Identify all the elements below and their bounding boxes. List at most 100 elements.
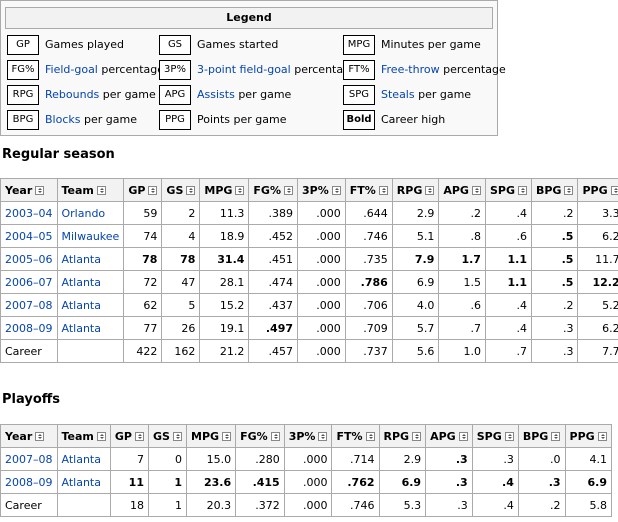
team-link[interactable]: Milwaukee bbox=[62, 230, 120, 243]
column-header-bpg[interactable]: BPG bbox=[517, 424, 566, 448]
column-header-mpg[interactable]: MPG bbox=[199, 178, 250, 202]
cell-spg: .4 bbox=[484, 201, 532, 225]
cell-rpg: 6.9 bbox=[378, 470, 427, 494]
sort-icon[interactable] bbox=[96, 432, 106, 441]
legend-title: Legend bbox=[5, 7, 493, 29]
cell-apg: 1.0 bbox=[438, 339, 486, 363]
column-header-3ppct[interactable]: 3P% bbox=[297, 178, 346, 202]
sort-icon[interactable] bbox=[517, 186, 527, 195]
sort-icon[interactable] bbox=[471, 186, 481, 195]
column-header-ftpct[interactable]: FT% bbox=[344, 178, 393, 202]
sort-icon[interactable] bbox=[35, 432, 45, 441]
season-link[interactable]: 2003–04 bbox=[5, 207, 53, 220]
legend-link[interactable]: Blocks bbox=[45, 113, 80, 126]
column-header-gs[interactable]: GS bbox=[161, 178, 201, 202]
season-link[interactable]: 2008–09 bbox=[5, 322, 53, 335]
sort-icon[interactable] bbox=[222, 432, 232, 441]
cell-bpg: .2 bbox=[530, 293, 579, 317]
column-header-label: PPG bbox=[582, 183, 608, 197]
sort-icon[interactable] bbox=[551, 432, 561, 441]
legend-description: Minutes per game bbox=[381, 38, 481, 51]
legend-item: SPG Steals per game bbox=[343, 83, 471, 106]
sort-icon[interactable] bbox=[186, 186, 196, 195]
cell-bpg: .2 bbox=[517, 493, 566, 517]
column-header-gs[interactable]: GS bbox=[147, 424, 188, 448]
sort-icon[interactable] bbox=[331, 186, 341, 195]
cell-mpg: 15.2 bbox=[199, 293, 250, 317]
column-header-fgpct[interactable]: FG% bbox=[235, 424, 285, 448]
column-header-team[interactable]: Team bbox=[56, 178, 125, 202]
season-link[interactable]: 2007–08 bbox=[5, 453, 53, 466]
sort-icon[interactable] bbox=[318, 432, 328, 441]
sort-icon[interactable] bbox=[284, 186, 293, 195]
season-link[interactable]: 2005–06 bbox=[5, 253, 53, 266]
column-header-year[interactable]: Year bbox=[0, 424, 58, 448]
legend-link[interactable]: Field-goal bbox=[45, 63, 98, 76]
sort-icon[interactable] bbox=[458, 432, 468, 441]
column-header-rpg[interactable]: RPG bbox=[391, 178, 440, 202]
column-header-bpg[interactable]: BPG bbox=[530, 178, 579, 202]
team-link[interactable]: Atlanta bbox=[62, 299, 101, 312]
column-header-apg[interactable]: APG bbox=[425, 424, 473, 448]
cell-team: Atlanta bbox=[56, 470, 111, 494]
sort-icon[interactable] bbox=[134, 432, 144, 441]
cell-bpg: .5 bbox=[530, 224, 579, 248]
cell-gs: 26 bbox=[161, 316, 201, 340]
sort-icon[interactable] bbox=[235, 186, 245, 195]
legend-link[interactable]: Rebounds bbox=[45, 88, 99, 101]
column-header-gp[interactable]: GP bbox=[109, 424, 149, 448]
sort-icon[interactable] bbox=[96, 186, 106, 195]
column-header-apg[interactable]: APG bbox=[438, 178, 486, 202]
sort-icon[interactable] bbox=[365, 432, 375, 441]
team-link[interactable]: Atlanta bbox=[62, 476, 101, 489]
column-header-gp[interactable]: GP bbox=[123, 178, 163, 202]
column-header-ftpct[interactable]: FT% bbox=[331, 424, 380, 448]
column-header-ppg[interactable]: PPG bbox=[577, 178, 618, 202]
column-header-label: PPG bbox=[569, 429, 595, 443]
cell-mpg: 28.1 bbox=[199, 270, 250, 294]
team-link[interactable]: Atlanta bbox=[62, 322, 101, 335]
cell-3ppct: .000 bbox=[297, 224, 346, 248]
column-header-ppg[interactable]: PPG bbox=[564, 424, 613, 448]
column-header-year[interactable]: Year bbox=[0, 178, 58, 202]
sort-icon[interactable] bbox=[412, 432, 422, 441]
legend-link[interactable]: Free-throw bbox=[381, 63, 440, 76]
sort-icon[interactable] bbox=[610, 186, 618, 195]
column-header-team[interactable]: Team bbox=[56, 424, 111, 448]
team-link[interactable]: Atlanta bbox=[62, 253, 101, 266]
cell-ppg: 6.9 bbox=[564, 470, 613, 494]
sort-icon[interactable] bbox=[172, 432, 182, 441]
column-header-label: Team bbox=[61, 183, 94, 197]
cell-apg: .3 bbox=[425, 447, 473, 471]
column-header-spg[interactable]: SPG bbox=[484, 178, 532, 202]
column-header-fgpct[interactable]: FG% bbox=[248, 178, 298, 202]
sort-icon[interactable] bbox=[597, 432, 607, 441]
team-link[interactable]: Atlanta bbox=[62, 276, 101, 289]
team-link[interactable]: Orlando bbox=[62, 207, 106, 220]
cell-ftpct: .714 bbox=[331, 447, 380, 471]
column-header-mpg[interactable]: MPG bbox=[186, 424, 237, 448]
legend-link[interactable]: 3-point field-goal bbox=[197, 63, 291, 76]
team-link[interactable]: Atlanta bbox=[62, 453, 101, 466]
sort-icon[interactable] bbox=[564, 186, 574, 195]
column-header-spg[interactable]: SPG bbox=[471, 424, 519, 448]
sort-icon[interactable] bbox=[35, 186, 45, 195]
season-link[interactable]: 2008–09 bbox=[5, 476, 53, 489]
cell-apg: .2 bbox=[438, 201, 486, 225]
season-link[interactable]: 2004–05 bbox=[5, 230, 53, 243]
sort-icon[interactable] bbox=[504, 432, 514, 441]
sort-icon[interactable] bbox=[378, 186, 388, 195]
column-header-rpg[interactable]: RPG bbox=[378, 424, 427, 448]
cell-spg: .4 bbox=[471, 470, 519, 494]
sort-icon[interactable] bbox=[425, 186, 435, 195]
sort-icon[interactable] bbox=[148, 186, 158, 195]
season-link[interactable]: 2006–07 bbox=[5, 276, 53, 289]
sort-icon[interactable] bbox=[270, 432, 280, 441]
cell-ftpct: .735 bbox=[344, 247, 393, 271]
season-link[interactable]: 2007–08 bbox=[5, 299, 53, 312]
legend-link[interactable]: Assists bbox=[197, 88, 235, 101]
cell-year: 2007–08 bbox=[0, 447, 58, 471]
column-header-3ppct[interactable]: 3P% bbox=[283, 424, 333, 448]
column-header-label: FG% bbox=[240, 429, 268, 443]
legend-link[interactable]: Steals bbox=[381, 88, 415, 101]
